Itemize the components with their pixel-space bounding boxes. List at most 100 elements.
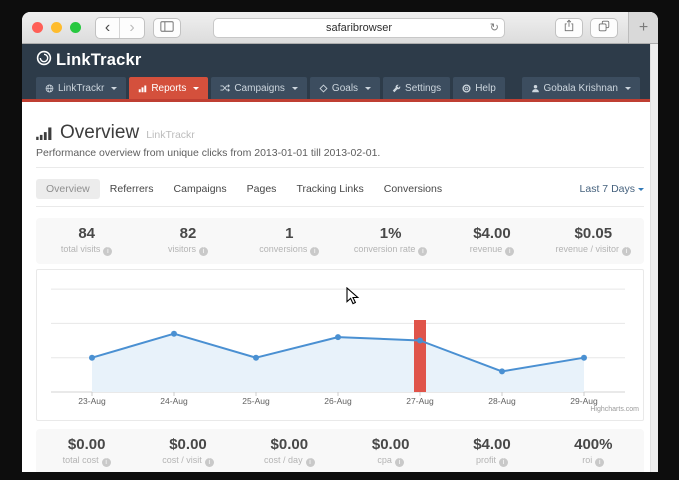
linktrackr-logo-icon bbox=[36, 50, 52, 71]
info-icon[interactable]: i bbox=[622, 247, 631, 256]
nav-item-campaigns[interactable]: Campaigns bbox=[211, 77, 307, 99]
stat-value: $0.00 bbox=[137, 436, 238, 453]
date-range-label: Last 7 Days bbox=[580, 183, 635, 195]
tab-conversions[interactable]: Conversions bbox=[374, 179, 452, 199]
nav-label: Reports bbox=[151, 83, 186, 94]
address-bar[interactable]: safaribrowser ↻ bbox=[213, 18, 505, 38]
stat-label: roi bbox=[582, 455, 592, 465]
stat-label: revenue bbox=[470, 244, 503, 254]
forward-button[interactable]: › bbox=[120, 18, 144, 38]
info-icon[interactable]: i bbox=[199, 247, 208, 256]
date-range-dropdown[interactable]: Last 7 Days bbox=[580, 183, 644, 195]
nav-label: Settings bbox=[405, 83, 441, 94]
back-button[interactable]: ‹ bbox=[96, 18, 120, 38]
linktrackr-logo[interactable]: LinkTrackr bbox=[36, 50, 141, 71]
stats-top-panel: 84 total visitsi 82 visitorsi 1 conversi… bbox=[36, 218, 644, 264]
stat-profit: $4.00 profiti bbox=[441, 429, 542, 472]
info-icon[interactable]: i bbox=[205, 458, 214, 467]
browser-window: ‹ › safaribrowser ↻ + LinkTrackr bbox=[22, 12, 658, 472]
info-icon[interactable]: i bbox=[102, 458, 111, 467]
stat-revenue: $4.00 revenuei bbox=[441, 218, 542, 264]
info-icon[interactable]: i bbox=[310, 247, 319, 256]
chevron-down-icon bbox=[365, 87, 371, 90]
main-nav: LinkTrackr Reports Campaigns Goals Setti… bbox=[22, 77, 658, 99]
user-menu[interactable]: Gobala Krishnan bbox=[522, 77, 641, 99]
life-ring-icon bbox=[462, 84, 471, 93]
chevron-down-icon bbox=[625, 87, 631, 90]
svg-text:26-Aug: 26-Aug bbox=[324, 396, 352, 406]
nav-item-help[interactable]: Help bbox=[453, 77, 505, 99]
stat-value: $4.00 bbox=[441, 436, 542, 453]
zoom-button[interactable] bbox=[70, 22, 81, 33]
share-button[interactable] bbox=[555, 18, 583, 38]
stat-label: revenue / visitor bbox=[556, 244, 620, 254]
tab-campaigns[interactable]: Campaigns bbox=[164, 179, 237, 199]
chevron-down-icon bbox=[292, 87, 298, 90]
info-icon[interactable]: i bbox=[395, 458, 404, 467]
stat-value: $4.00 bbox=[441, 225, 542, 242]
stat-label: total cost bbox=[63, 455, 99, 465]
new-tab-button[interactable]: + bbox=[628, 12, 658, 43]
page-content: Overview LinkTrackr Performance overview… bbox=[22, 102, 658, 472]
page-subtitle: Performance overview from unique clicks … bbox=[36, 147, 644, 159]
stat-cost-per-visit: $0.00 cost / visiti bbox=[137, 429, 238, 472]
stat-value: 84 bbox=[36, 225, 137, 242]
stat-label: total visits bbox=[61, 244, 101, 254]
info-icon[interactable]: i bbox=[499, 458, 508, 467]
reload-button[interactable]: ↻ bbox=[490, 21, 499, 34]
tabs-icon bbox=[598, 19, 610, 37]
info-icon[interactable]: i bbox=[505, 247, 514, 256]
user-name: Gobala Krishnan bbox=[544, 83, 619, 94]
globe-icon bbox=[45, 84, 54, 93]
info-icon[interactable]: i bbox=[595, 458, 604, 467]
tab-tracking-links[interactable]: Tracking Links bbox=[286, 179, 373, 199]
stat-total-cost: $0.00 total costi bbox=[36, 429, 137, 472]
nav-item-goals[interactable]: Goals bbox=[310, 77, 380, 99]
stat-label: cpa bbox=[377, 455, 392, 465]
nav-item-linktrackr[interactable]: LinkTrackr bbox=[36, 77, 126, 99]
info-icon[interactable]: i bbox=[418, 247, 427, 256]
stat-label: cost / day bbox=[264, 455, 303, 465]
chart-canvas: 23-Aug24-Aug25-Aug26-Aug27-Aug28-Aug29-A… bbox=[37, 270, 643, 420]
stat-value: $0.05 bbox=[543, 225, 644, 242]
stat-label: profit bbox=[476, 455, 496, 465]
browser-toolbar: ‹ › safaribrowser ↻ + bbox=[22, 12, 658, 44]
stat-conversions: 1 conversionsi bbox=[239, 218, 340, 264]
scrollbar-track[interactable] bbox=[650, 44, 658, 472]
bar-chart-icon bbox=[138, 84, 147, 93]
chevron-down-icon bbox=[638, 188, 644, 191]
sidebar-toggle-button[interactable] bbox=[153, 18, 181, 38]
stat-value: $0.00 bbox=[239, 436, 340, 453]
diamond-icon bbox=[319, 84, 328, 93]
stat-visitors: 82 visitorsi bbox=[137, 218, 238, 264]
stat-cpa: $0.00 cpai bbox=[340, 429, 441, 472]
nav-item-reports[interactable]: Reports bbox=[129, 77, 208, 99]
user-icon bbox=[531, 84, 540, 93]
info-icon[interactable]: i bbox=[103, 247, 112, 256]
tab-referrers[interactable]: Referrers bbox=[100, 179, 164, 199]
nav-label: LinkTrackr bbox=[58, 83, 104, 94]
svg-text:Highcharts.com: Highcharts.com bbox=[590, 406, 639, 413]
info-icon[interactable]: i bbox=[306, 458, 315, 467]
stat-label: conversions bbox=[259, 244, 307, 254]
stats-bottom-panel: $0.00 total costi $0.00 cost / visiti $0… bbox=[36, 429, 644, 472]
close-button[interactable] bbox=[32, 22, 43, 33]
tab-pages[interactable]: Pages bbox=[237, 179, 287, 199]
visits-chart[interactable]: 23-Aug24-Aug25-Aug26-Aug27-Aug28-Aug29-A… bbox=[36, 269, 644, 421]
sidebar-icon bbox=[160, 19, 174, 37]
nav-label: Campaigns bbox=[234, 83, 285, 94]
stat-value: $0.00 bbox=[340, 436, 441, 453]
svg-text:24-Aug: 24-Aug bbox=[160, 396, 188, 406]
nav-item-settings[interactable]: Settings bbox=[383, 77, 450, 99]
stat-label: visitors bbox=[168, 244, 196, 254]
divider bbox=[36, 167, 644, 168]
url-text: safaribrowser bbox=[214, 22, 504, 34]
svg-text:28-Aug: 28-Aug bbox=[488, 396, 516, 406]
stat-value: $0.00 bbox=[36, 436, 137, 453]
tab-overview-button[interactable] bbox=[590, 18, 618, 38]
tab-overview[interactable]: Overview bbox=[36, 179, 100, 199]
stat-conversion-rate: 1% conversion ratei bbox=[340, 218, 441, 264]
svg-text:27-Aug: 27-Aug bbox=[406, 396, 434, 406]
minimize-button[interactable] bbox=[51, 22, 62, 33]
stat-cost-per-day: $0.00 cost / dayi bbox=[239, 429, 340, 472]
